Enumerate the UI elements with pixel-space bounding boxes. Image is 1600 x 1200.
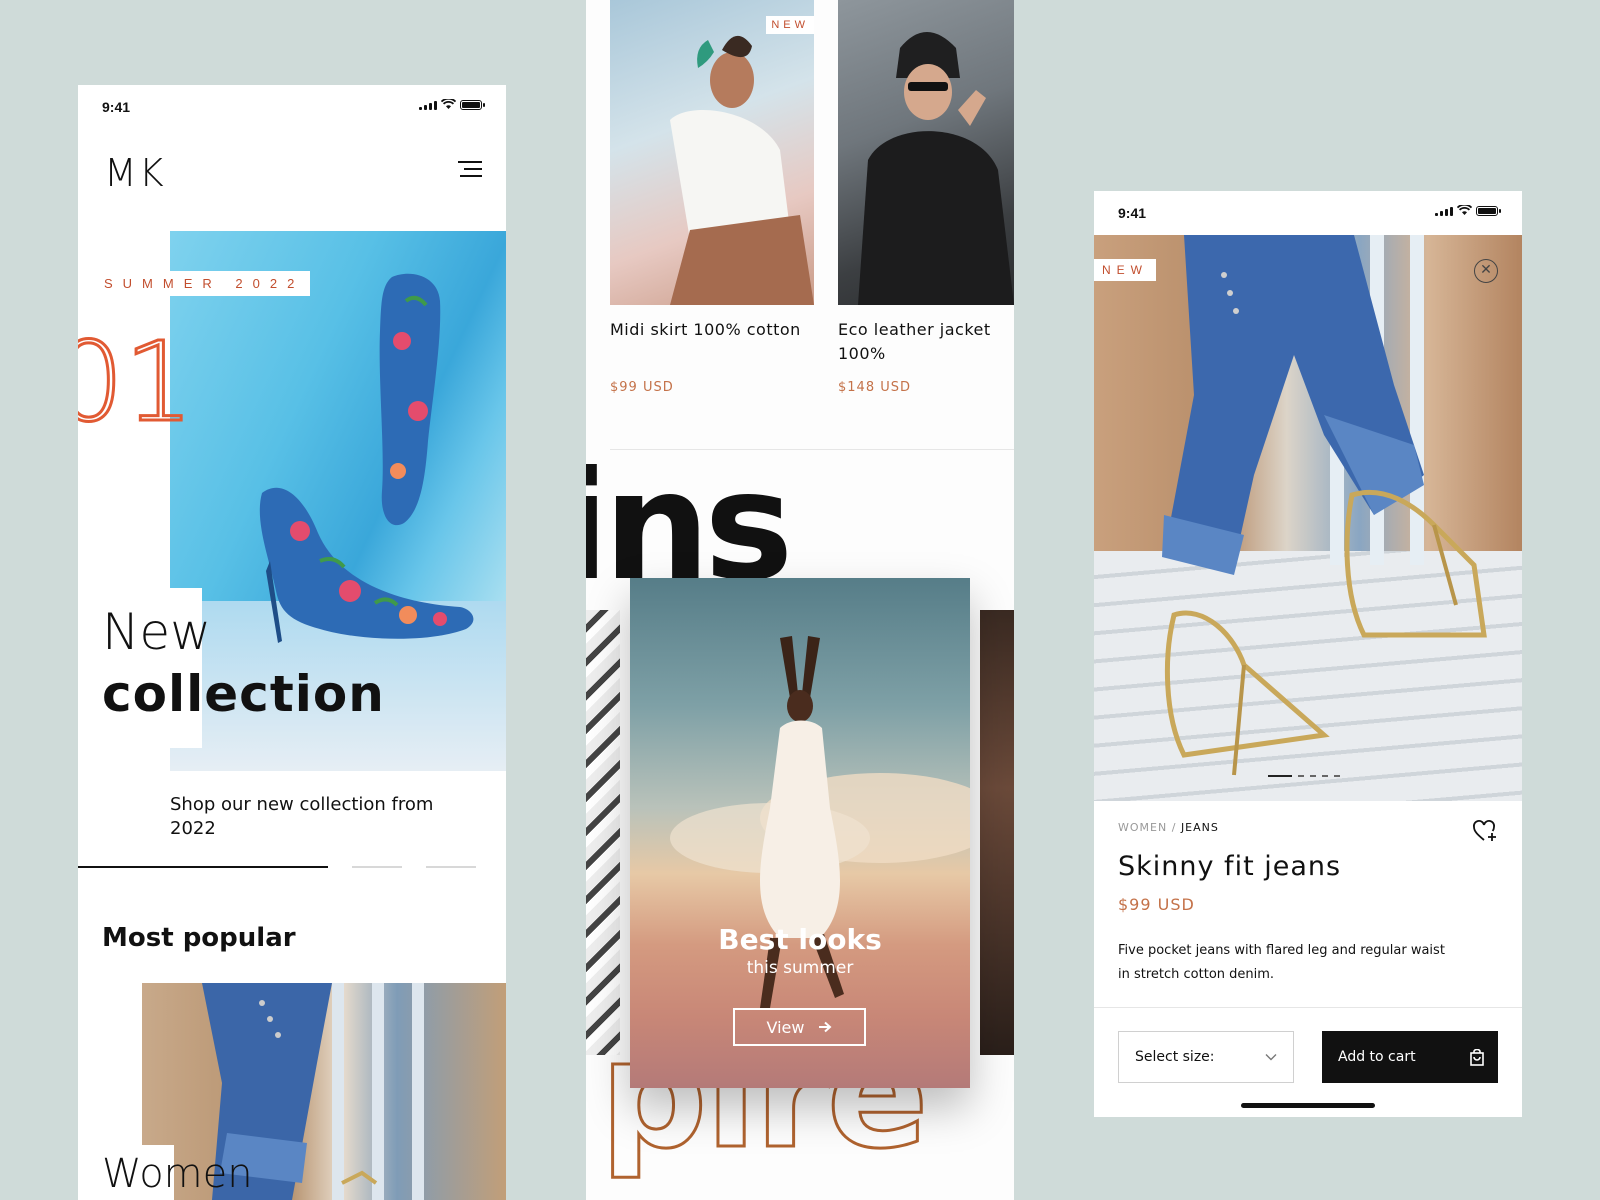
wifi-icon — [441, 99, 456, 109]
breadcrumb-separator: / — [1171, 821, 1177, 834]
model-illustration — [670, 35, 814, 305]
add-to-cart-label: Add to cart — [1338, 1049, 1416, 1065]
product-image-eco-jacket[interactable] — [838, 0, 1014, 305]
home-screen: 9:41 MK SUMMER 2022 01 New collection Sh… — [78, 85, 506, 1200]
breadcrumb: WOMEN / JEANS — [1118, 821, 1219, 834]
hero-title-line1: New — [102, 603, 212, 661]
view-button-label: View — [766, 1017, 805, 1037]
wishlist-heart-icon[interactable] — [1472, 819, 1498, 843]
breadcrumb-parent[interactable]: WOMEN — [1118, 821, 1167, 834]
season-tag: SUMMER 2022 — [96, 271, 311, 296]
product-price: $148 USD — [838, 380, 911, 395]
feature-title: Best looks — [718, 923, 882, 956]
size-select-label: Select size: — [1135, 1049, 1215, 1065]
status-icons — [419, 99, 485, 110]
status-time: 9:41 — [1118, 205, 1147, 221]
add-to-cart-button[interactable]: Add to cart — [1322, 1031, 1498, 1083]
product-description: Five pocket jeans with flared leg and re… — [1118, 943, 1445, 982]
wifi-icon — [1457, 205, 1472, 215]
feature-subtitle: this summer — [746, 958, 854, 978]
size-select[interactable]: Select size: — [1118, 1031, 1294, 1083]
category-label[interactable]: Women — [102, 1151, 253, 1197]
jeans-legs-illustration — [1162, 235, 1487, 776]
status-time: 9:41 — [102, 99, 131, 115]
status-bar: 9:41 — [78, 85, 506, 129]
hero-title-line2: collection — [102, 665, 385, 723]
view-button[interactable]: View — [733, 1008, 866, 1046]
inspire-screen: NEW Midi skirt 100% cotton $99 USD Eco l… — [586, 0, 1014, 1200]
home-indicator[interactable] — [1241, 1103, 1375, 1108]
arrow-right-icon — [819, 1021, 832, 1033]
shopping-bag-icon — [1470, 1048, 1484, 1066]
status-bar: 9:41 — [1094, 191, 1522, 235]
menu-icon[interactable] — [456, 159, 482, 179]
divider — [1094, 1007, 1522, 1008]
featured-look-card[interactable]: Best looks this summer View — [630, 578, 970, 1088]
product-price: $99 USD — [610, 380, 674, 395]
product-detail-screen: 9:41 NEW ✕ WOMEN / JEANS Skinny fit jean… — [1094, 191, 1522, 1117]
carousel-prev-card[interactable] — [586, 610, 620, 1055]
product-gallery-image[interactable]: NEW ✕ — [1094, 235, 1522, 801]
model-illustration — [858, 32, 1014, 305]
new-badge: NEW — [766, 16, 814, 34]
product-price: $99 USD — [1118, 895, 1195, 914]
close-icon[interactable]: ✕ — [1474, 259, 1498, 283]
gallery-dots[interactable] — [1268, 775, 1340, 777]
carousel-progress[interactable] — [78, 866, 506, 868]
battery-icon — [460, 100, 485, 110]
product-name[interactable]: Eco leather jacket 100% — [838, 318, 1014, 366]
status-icons — [1435, 205, 1501, 216]
hero-subtitle: Shop our new collection from 2022 — [170, 794, 434, 839]
new-badge: NEW — [1094, 259, 1156, 281]
signal-icon — [419, 100, 437, 110]
battery-icon — [1476, 206, 1501, 216]
brand-logo[interactable]: MK — [104, 151, 166, 195]
chevron-down-icon — [1265, 1054, 1277, 1061]
carousel-next-card[interactable] — [980, 610, 1014, 1055]
breadcrumb-current: JEANS — [1180, 821, 1219, 834]
product-name[interactable]: Midi skirt 100% cotton — [610, 318, 810, 342]
product-image-midi-skirt[interactable]: NEW — [610, 0, 814, 305]
product-title: Skinny fit jeans — [1118, 851, 1342, 882]
section-title: Most popular — [102, 923, 296, 953]
slide-number: 01 — [78, 318, 195, 446]
signal-icon — [1435, 206, 1453, 216]
